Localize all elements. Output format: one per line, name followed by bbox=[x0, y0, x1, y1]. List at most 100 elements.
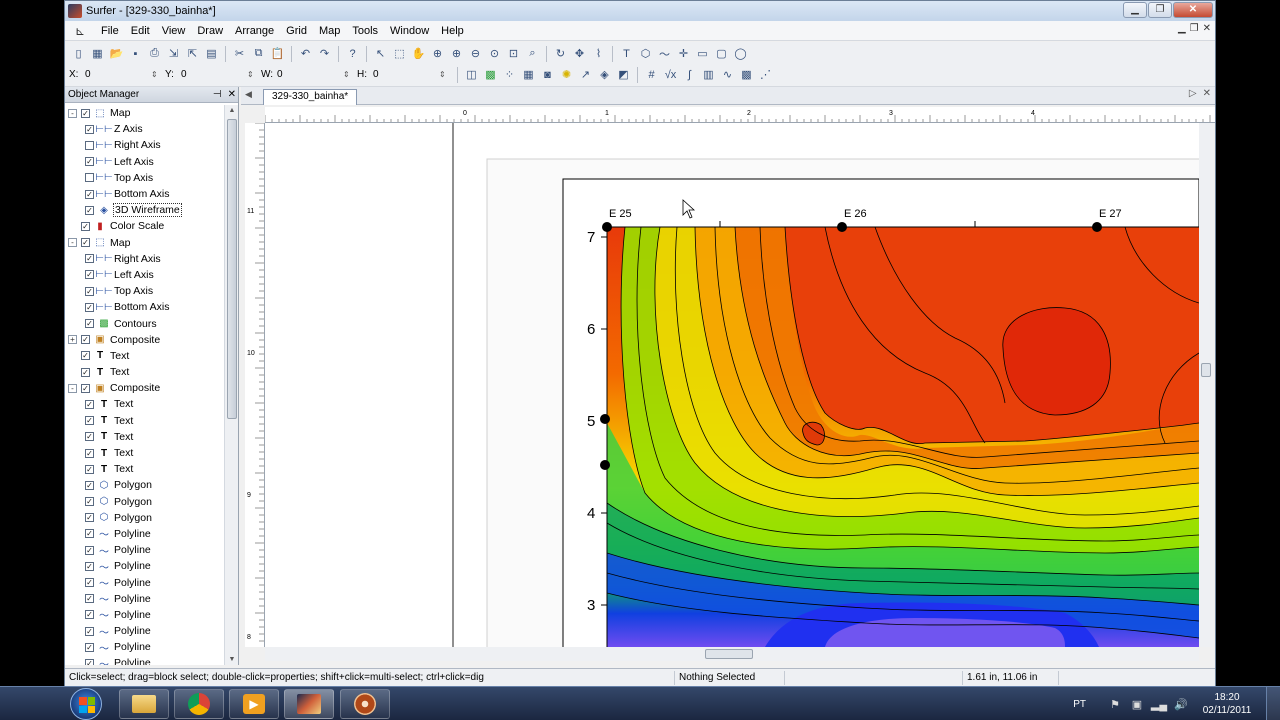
taskbar-film-app[interactable] bbox=[340, 689, 390, 719]
taskbar-explorer[interactable] bbox=[119, 689, 169, 719]
tab-nav-right-icon[interactable]: ▷ bbox=[1189, 88, 1197, 99]
visibility-checkbox[interactable]: ✓ bbox=[85, 286, 94, 296]
visibility-checkbox[interactable] bbox=[85, 173, 94, 183]
cut-icon[interactable]: ✂ bbox=[232, 46, 248, 62]
doc-minimize-button[interactable]: ▁ bbox=[1178, 23, 1186, 34]
x-field[interactable]: 0 bbox=[83, 67, 151, 83]
select-arrow-icon[interactable]: ↖ bbox=[373, 46, 389, 62]
tree-item[interactable]: + ✓ ▣ Composite bbox=[65, 332, 225, 348]
canvas-vertical-scrollbar[interactable] bbox=[1199, 123, 1213, 647]
clock[interactable]: 18:20 02/11/2011 bbox=[1192, 691, 1262, 717]
action-center-flag-icon[interactable]: ⚑ bbox=[1108, 697, 1122, 711]
grid-calculus-icon[interactable]: ∫ bbox=[682, 67, 698, 83]
grid-slice-icon[interactable]: ∿ bbox=[720, 67, 736, 83]
tree-item[interactable]: ✓ ⬡ Polygon bbox=[65, 510, 225, 526]
tree-item[interactable]: ✓〜Polyline bbox=[65, 655, 225, 665]
tree-item[interactable]: ✓〜Polyline bbox=[65, 623, 225, 639]
shaded-relief-icon[interactable]: ✺ bbox=[559, 67, 575, 83]
menu-file[interactable]: File bbox=[95, 22, 125, 40]
object-manager-scrollbar[interactable]: ▲ ▼ bbox=[224, 105, 238, 665]
visibility-checkbox[interactable]: ✓ bbox=[85, 545, 94, 555]
tree-item[interactable]: ✓〜Polyline bbox=[65, 639, 225, 655]
zoom-in-icon[interactable]: ⊕ bbox=[449, 46, 465, 62]
rectangle-tool-icon[interactable]: ▭ bbox=[695, 46, 711, 62]
redo-icon[interactable]: ↷ bbox=[317, 46, 333, 62]
tree-item[interactable]: ✓ ⊢⊢ Left Axis bbox=[65, 154, 225, 170]
visibility-checkbox[interactable]: ✓ bbox=[81, 351, 90, 361]
undo-icon[interactable]: ↶ bbox=[298, 46, 314, 62]
volume-icon[interactable]: 🔊 bbox=[1174, 697, 1188, 711]
tree-item[interactable]: ✓ ⬡ Polygon bbox=[65, 494, 225, 510]
menu-help[interactable]: Help bbox=[435, 22, 470, 40]
tree-item[interactable]: ✓ ⊢⊢ Top Axis bbox=[65, 283, 225, 299]
polyline-tool-icon[interactable]: 〜 bbox=[657, 46, 673, 62]
visibility-checkbox[interactable]: ✓ bbox=[85, 578, 94, 588]
menu-grid[interactable]: Grid bbox=[280, 22, 313, 40]
network-signal-icon[interactable]: ▂▄ bbox=[1151, 697, 1167, 711]
tree-item[interactable]: - ✓ ⬚ Map bbox=[65, 105, 225, 121]
tree-item[interactable]: ✓ ⊢⊢ Right Axis bbox=[65, 251, 225, 267]
tree-item[interactable]: ✓ ⊢⊢ Left Axis bbox=[65, 267, 225, 283]
visibility-checkbox[interactable]: ✓ bbox=[85, 319, 94, 329]
symbol-tool-icon[interactable]: ✛ bbox=[676, 46, 692, 62]
visibility-checkbox[interactable]: ✓ bbox=[85, 399, 94, 409]
scroll-down-icon[interactable]: ▼ bbox=[227, 656, 237, 663]
tree-item[interactable]: ⊢⊢ Top Axis bbox=[65, 170, 225, 186]
collapse-icon[interactable]: - bbox=[68, 108, 77, 118]
new-worksheet-icon[interactable]: ▦ bbox=[90, 46, 106, 62]
tree-item[interactable]: ✓ T Text bbox=[65, 413, 225, 429]
visibility-checkbox[interactable] bbox=[85, 140, 94, 150]
visibility-checkbox[interactable]: ✓ bbox=[85, 464, 94, 474]
hscroll-thumb[interactable] bbox=[705, 649, 753, 659]
zoom-fit-icon[interactable]: ⊡ bbox=[506, 46, 522, 62]
device-icon[interactable]: ▣ bbox=[1130, 697, 1144, 711]
menu-edit[interactable]: Edit bbox=[125, 22, 156, 40]
zoom-page-icon[interactable]: ⊙ bbox=[487, 46, 503, 62]
tree-item[interactable]: ✓ T Text bbox=[65, 461, 225, 477]
base-map-icon[interactable]: ◫ bbox=[464, 67, 480, 83]
tree-item[interactable]: ✓ ▮ Color Scale bbox=[65, 218, 225, 234]
tree-item[interactable]: ✓ ⊢⊢ Bottom Axis bbox=[65, 186, 225, 202]
visibility-checkbox[interactable]: ✓ bbox=[85, 594, 94, 604]
canvas-horizontal-scrollbar[interactable] bbox=[265, 647, 1199, 661]
visibility-checkbox[interactable]: ✓ bbox=[85, 513, 94, 523]
tree-item[interactable]: ✓〜Polyline bbox=[65, 574, 225, 590]
import-icon[interactable]: ⇲ bbox=[166, 46, 182, 62]
contour-map-icon[interactable]: ▩ bbox=[483, 67, 499, 83]
print-icon[interactable]: ⎙ bbox=[147, 46, 163, 62]
x-spinner[interactable]: ⇕ bbox=[151, 70, 159, 79]
grid-filter-icon[interactable]: ▥ bbox=[701, 67, 717, 83]
document-icon[interactable]: ⊾ bbox=[65, 23, 95, 39]
visibility-checkbox[interactable]: ✓ bbox=[81, 108, 90, 118]
surface-map-icon[interactable]: ◩ bbox=[616, 67, 632, 83]
grid-data-icon[interactable]: # bbox=[644, 67, 660, 83]
w-field[interactable]: 0 bbox=[275, 67, 343, 83]
tree-item[interactable]: ✓〜Polyline bbox=[65, 591, 225, 607]
export-icon[interactable]: ⇱ bbox=[185, 46, 201, 62]
visibility-checkbox[interactable]: ✓ bbox=[85, 497, 94, 507]
visibility-checkbox[interactable]: ✓ bbox=[81, 221, 90, 231]
collapse-icon[interactable]: - bbox=[68, 238, 77, 248]
visibility-checkbox[interactable]: ✓ bbox=[85, 124, 94, 134]
taskbar-surfer[interactable] bbox=[284, 689, 334, 719]
tree-item[interactable]: ✓ ◈ 3D Wireframe bbox=[65, 202, 225, 218]
visibility-checkbox[interactable]: ✓ bbox=[81, 238, 90, 248]
tree-item[interactable]: ✓ T Text bbox=[65, 364, 225, 380]
menu-view[interactable]: View bbox=[156, 22, 192, 40]
visibility-checkbox[interactable]: ✓ bbox=[85, 561, 94, 571]
visibility-checkbox[interactable]: ✓ bbox=[85, 302, 94, 312]
tab-close-icon[interactable]: ✕ bbox=[1203, 88, 1211, 99]
taskbar-media-player[interactable]: ▶ bbox=[229, 689, 279, 719]
tree-item[interactable]: ✓ T Text bbox=[65, 348, 225, 364]
language-indicator[interactable]: PT bbox=[1073, 699, 1086, 710]
scroll-up-icon[interactable]: ▲ bbox=[227, 107, 237, 114]
visibility-checkbox[interactable]: ✓ bbox=[85, 626, 94, 636]
tab-document[interactable]: 329-330_bainha* bbox=[263, 89, 358, 105]
tree-item[interactable]: ✓ ⬡ Polygon bbox=[65, 477, 225, 493]
tree-item[interactable]: ✓〜Polyline bbox=[65, 526, 225, 542]
save-icon[interactable]: ▪ bbox=[128, 46, 144, 62]
contour-map[interactable] bbox=[607, 227, 1199, 647]
collapse-icon[interactable]: - bbox=[68, 383, 77, 393]
visibility-checkbox[interactable]: ✓ bbox=[85, 658, 94, 665]
wireframe-icon[interactable]: ◈ bbox=[597, 67, 613, 83]
